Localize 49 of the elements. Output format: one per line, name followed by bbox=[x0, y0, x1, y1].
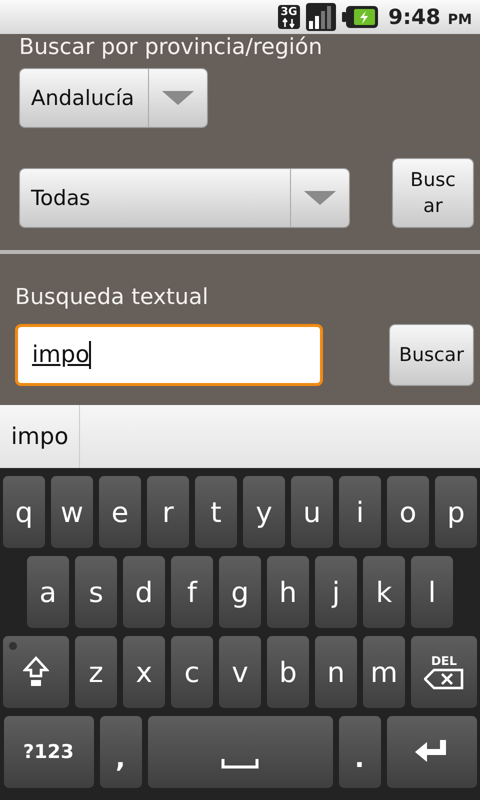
keyboard-key[interactable]: r bbox=[147, 476, 189, 548]
keyboard-key[interactable]: g bbox=[219, 556, 261, 628]
keyboard-key[interactable]: q bbox=[3, 476, 45, 548]
keyboard-key[interactable]: f bbox=[171, 556, 213, 628]
keyboard-key[interactable]: t bbox=[195, 476, 237, 548]
keyboard-key[interactable]: j bbox=[315, 556, 357, 628]
keyboard-key[interactable]: n bbox=[315, 636, 357, 708]
signal-icon bbox=[306, 3, 336, 31]
search-field[interactable]: impo bbox=[15, 324, 323, 386]
keyboard-key[interactable]: e bbox=[99, 476, 141, 548]
keyboard-key[interactable]: DEL bbox=[411, 636, 477, 708]
keyboard-key[interactable]: p bbox=[435, 476, 477, 548]
keyboard-key[interactable]: i bbox=[339, 476, 381, 548]
backspace-icon bbox=[424, 668, 464, 690]
keyboard-key[interactable]: d bbox=[123, 556, 165, 628]
keyboard-key[interactable]: z bbox=[75, 636, 117, 708]
keyboard-key[interactable]: w bbox=[51, 476, 93, 548]
network-type-icon: 3G bbox=[278, 5, 300, 29]
section-heading: Busqueda textual bbox=[15, 284, 210, 312]
keyboard-key[interactable]: k bbox=[363, 556, 405, 628]
section-heading: Buscar por provincia/región bbox=[19, 34, 324, 62]
keyboard-key[interactable]: v bbox=[219, 636, 261, 708]
keyboard-key[interactable] bbox=[3, 636, 69, 708]
keyboard-key[interactable]: b bbox=[267, 636, 309, 708]
battery-charging-icon bbox=[342, 6, 378, 28]
keyboard-key[interactable]: m bbox=[363, 636, 405, 708]
shift-icon bbox=[23, 656, 49, 688]
keyboard-key[interactable] bbox=[386, 716, 476, 788]
keyboard-key[interactable]: ?123 bbox=[4, 716, 94, 788]
caps-lock-indicator bbox=[9, 642, 17, 650]
keyboard-key[interactable]: l bbox=[411, 556, 453, 628]
keyboard-key[interactable]: h bbox=[267, 556, 309, 628]
search-button[interactable]: Buscar bbox=[389, 324, 474, 386]
keyboard-key[interactable]: c bbox=[171, 636, 213, 708]
keyboard-key[interactable]: u bbox=[291, 476, 333, 548]
dropdown-arrow-icon bbox=[162, 91, 194, 105]
space-icon bbox=[221, 759, 259, 769]
keyboard-key[interactable]: . bbox=[338, 716, 380, 788]
dropdown-arrow-icon bbox=[304, 191, 336, 205]
keyboard-key[interactable]: a bbox=[27, 556, 69, 628]
keyboard-key[interactable]: o bbox=[387, 476, 429, 548]
region-spinner[interactable]: Andalucía bbox=[19, 68, 208, 128]
keyboard-key[interactable]: s bbox=[75, 556, 117, 628]
keyboard-key[interactable]: x bbox=[123, 636, 165, 708]
type-spinner[interactable]: Todas bbox=[19, 168, 350, 228]
keyboard-key[interactable]: y bbox=[243, 476, 285, 548]
search-button[interactable]: Buscar bbox=[392, 158, 474, 228]
keyboard-key[interactable]: , bbox=[100, 716, 142, 788]
clock: 9:48 PM bbox=[388, 5, 472, 29]
